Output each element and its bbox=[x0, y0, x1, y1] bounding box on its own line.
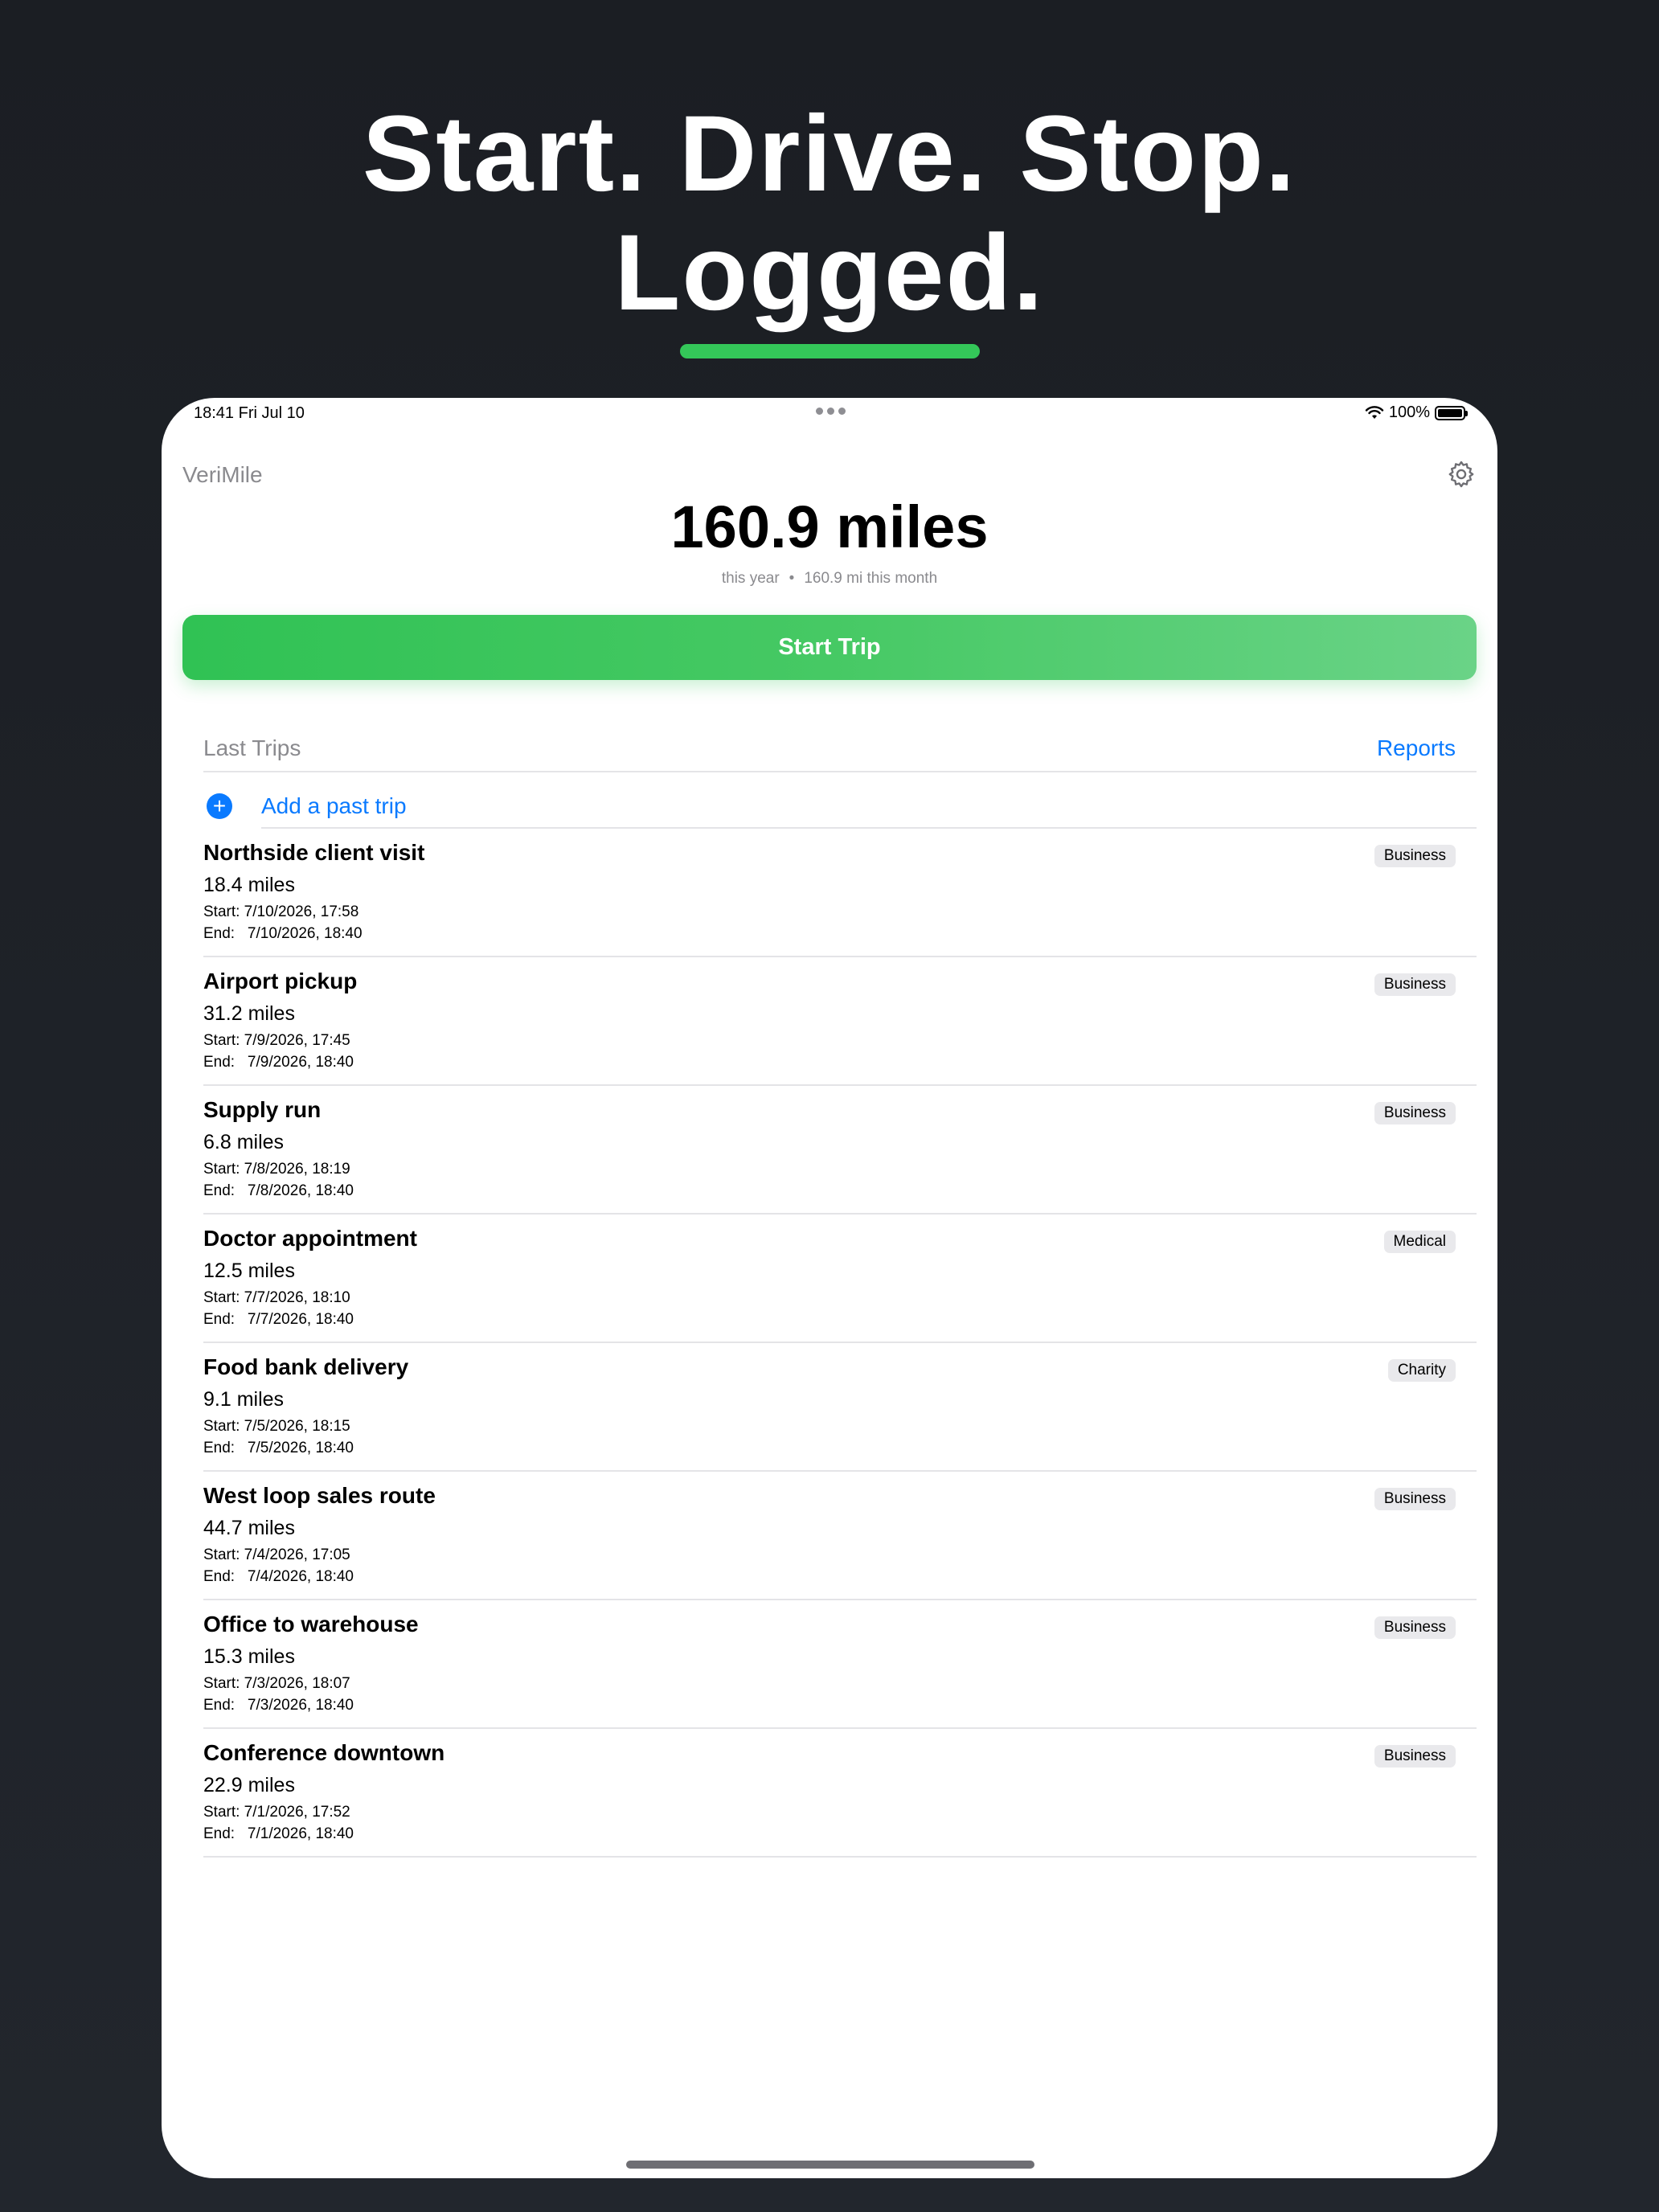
multitasking-dots-icon[interactable] bbox=[816, 408, 846, 415]
category-badge: Business bbox=[1374, 845, 1456, 867]
total-miles: 160.9 miles bbox=[670, 494, 989, 560]
period-label: this year bbox=[721, 570, 780, 587]
category-badge: Business bbox=[1374, 1488, 1456, 1510]
trip-miles: 9.1 miles bbox=[203, 1388, 285, 1411]
trip-row[interactable]: Northside client visit 18.4 miles Start:… bbox=[203, 829, 1477, 957]
trip-miles: 12.5 miles bbox=[203, 1260, 295, 1282]
trip-row[interactable]: Food bank delivery 9.1 miles Start: 7/5/… bbox=[203, 1343, 1477, 1472]
trip-row[interactable]: Conference downtown 22.9 miles Start: 7/… bbox=[203, 1729, 1477, 1858]
app-name: VeriMile bbox=[182, 462, 263, 487]
wifi-icon bbox=[1365, 405, 1384, 419]
trip-name: Conference downtown bbox=[203, 1740, 445, 1765]
trip-start-time: Start: 7/5/2026, 18:15 bbox=[203, 1418, 350, 1435]
trip-start-time: Start: 7/10/2026, 17:58 bbox=[203, 903, 359, 920]
trip-name: West loop sales route bbox=[203, 1483, 436, 1508]
headline-line-2: Logged. bbox=[614, 213, 1045, 333]
trip-name: Food bank delivery bbox=[203, 1354, 409, 1379]
trip-start-time: Start: 7/9/2026, 17:45 bbox=[203, 1032, 350, 1049]
trip-miles: 31.2 miles bbox=[203, 1002, 295, 1025]
trip-row[interactable]: Airport pickup 31.2 miles Start: 7/9/202… bbox=[203, 957, 1477, 1086]
battery-icon bbox=[1435, 405, 1468, 420]
trip-start-time: Start: 7/8/2026, 18:19 bbox=[203, 1161, 350, 1178]
headline-underline bbox=[680, 344, 980, 358]
trip-row[interactable]: Office to warehouse 15.3 miles Start: 7/… bbox=[203, 1600, 1477, 1729]
home-indicator[interactable] bbox=[626, 2161, 1034, 2169]
category-badge: Business bbox=[1374, 1616, 1456, 1639]
headline-line-1: Start. Drive. Stop. bbox=[362, 94, 1297, 214]
last-trips-title: Last Trips bbox=[203, 735, 301, 760]
divider bbox=[203, 771, 1477, 772]
trip-end-time: End: 7/8/2026, 18:40 bbox=[203, 1182, 354, 1199]
trip-end-time: End: 7/10/2026, 18:40 bbox=[203, 925, 363, 942]
reports-link[interactable]: Reports bbox=[1377, 735, 1456, 761]
category-badge: Business bbox=[1374, 1102, 1456, 1124]
trip-row[interactable]: Supply run 6.8 miles Start: 7/8/2026, 18… bbox=[203, 1086, 1477, 1215]
start-trip-button[interactable]: Start Trip bbox=[182, 615, 1477, 680]
trip-name: Office to warehouse bbox=[203, 1612, 419, 1636]
trip-name: Airport pickup bbox=[203, 969, 358, 993]
plus-icon[interactable]: + bbox=[207, 793, 232, 819]
trip-row[interactable]: West loop sales route 44.7 miles Start: … bbox=[203, 1472, 1477, 1600]
trip-miles: 15.3 miles bbox=[203, 1645, 295, 1668]
separator-dot: • bbox=[789, 570, 795, 587]
trip-end-time: End: 7/4/2026, 18:40 bbox=[203, 1568, 354, 1585]
trip-start-time: Start: 7/7/2026, 18:10 bbox=[203, 1289, 350, 1306]
category-badge: Business bbox=[1374, 973, 1456, 996]
category-badge: Business bbox=[1374, 1745, 1456, 1768]
period-summary: this year • 160.9 mi this month bbox=[162, 570, 1497, 588]
trip-name: Doctor appointment bbox=[203, 1226, 417, 1251]
trip-end-time: End: 7/9/2026, 18:40 bbox=[203, 1054, 354, 1071]
gear-icon[interactable] bbox=[1446, 459, 1477, 490]
add-past-trip-label[interactable]: Add a past trip bbox=[261, 793, 407, 819]
status-time: 18:41 Fri Jul 10 bbox=[194, 404, 305, 422]
trip-end-time: End: 7/1/2026, 18:40 bbox=[203, 1825, 354, 1842]
trip-miles: 18.4 miles bbox=[203, 874, 295, 896]
battery-percent: 100% bbox=[1388, 403, 1430, 421]
category-badge: Charity bbox=[1387, 1359, 1456, 1382]
trip-end-time: End: 7/3/2026, 18:40 bbox=[203, 1697, 354, 1714]
trip-start-time: Start: 7/3/2026, 18:07 bbox=[203, 1675, 350, 1692]
category-badge: Medical bbox=[1383, 1231, 1456, 1253]
trip-miles: 44.7 miles bbox=[203, 1517, 295, 1539]
trip-row[interactable]: Doctor appointment 12.5 miles Start: 7/7… bbox=[203, 1215, 1477, 1343]
month-total: 160.9 mi this month bbox=[804, 570, 938, 587]
trip-start-time: Start: 7/1/2026, 17:52 bbox=[203, 1804, 350, 1821]
divider bbox=[203, 1856, 1477, 1858]
trip-miles: 6.8 miles bbox=[203, 1131, 285, 1153]
tablet-screen: 18:41 Fri Jul 10 100% VeriMile 160.9 mil… bbox=[162, 398, 1497, 2178]
trip-end-time: End: 7/7/2026, 18:40 bbox=[203, 1311, 354, 1328]
status-right: 100% bbox=[1365, 403, 1468, 422]
headline: Start. Drive. Stop. Logged. bbox=[0, 95, 1659, 333]
trip-name: Supply run bbox=[203, 1097, 322, 1122]
trip-start-time: Start: 7/4/2026, 17:05 bbox=[203, 1546, 350, 1563]
trip-end-time: End: 7/5/2026, 18:40 bbox=[203, 1440, 354, 1456]
trip-miles: 22.9 miles bbox=[203, 1774, 295, 1796]
trip-name: Northside client visit bbox=[203, 840, 425, 865]
